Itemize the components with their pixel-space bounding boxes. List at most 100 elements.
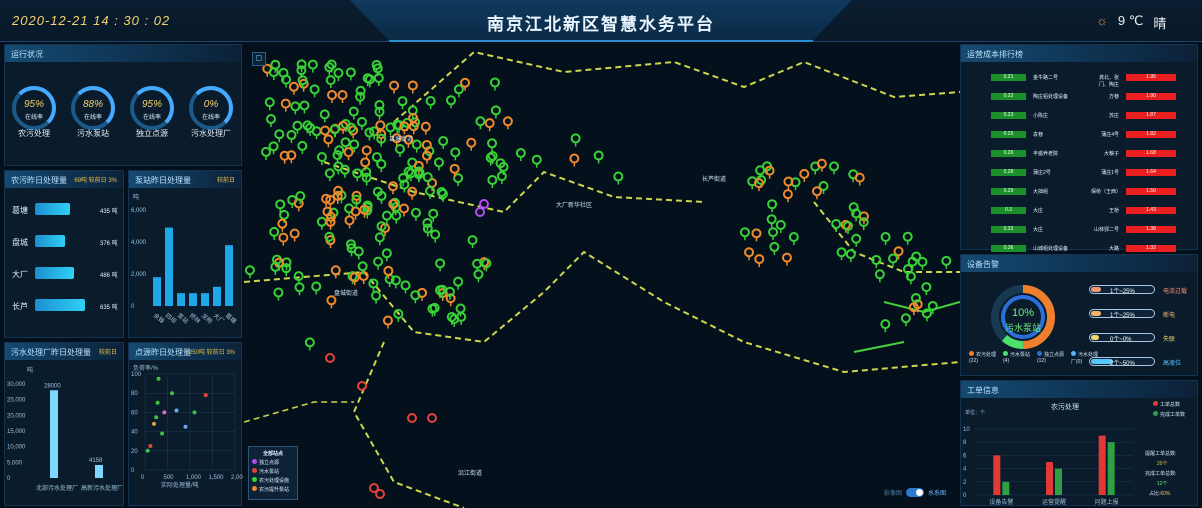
page-title: 南京江北新区智慧水务平台 [487, 15, 715, 34]
rank-row[interactable]: 0.21 金牛路二号 龚北、张门、陶庄 1.95 [991, 74, 1191, 88]
legend-item-3[interactable]: 农污提升泵站 [252, 486, 294, 493]
agri-label-3: 长芦 [12, 302, 28, 311]
agri-bar-0[interactable] [35, 203, 70, 215]
agri-value-1: 376 吨 [100, 241, 118, 247]
alert-bar[interactable]: 0个~0% [1089, 333, 1155, 343]
donut-legend-item: 独立点源(12) [1037, 351, 1065, 364]
map-pin-red [375, 489, 385, 499]
map-pin [874, 269, 885, 280]
map-pin [279, 209, 290, 220]
map-pin [428, 208, 439, 219]
donut-legend-item: 农污处理(22) [969, 351, 997, 364]
map-pin [319, 109, 330, 120]
map-svg [244, 50, 960, 508]
point-scatter: 负荷率/%100 80 60 40 20 00 500 1,000 1,500 2,000 实际处理… [131, 364, 243, 489]
pump-bar [153, 277, 161, 306]
plant-ytick: 30,000 [7, 382, 26, 388]
map-pin [293, 271, 304, 282]
map-pin [854, 172, 865, 183]
map-pin [828, 161, 839, 172]
map-pin-red [427, 413, 437, 423]
plant-title: 污水处理厂昨日处理量 [11, 348, 91, 357]
rank-row[interactable]: 0.28 蒲庄2号 蒲庄1号 1.64 [991, 169, 1191, 180]
agri-bar-2[interactable] [35, 267, 74, 279]
legend-item-0[interactable]: 独立点源 [252, 459, 294, 466]
plant-extra: 较前日 [98, 350, 117, 356]
scatter-point [170, 391, 174, 396]
gauge-point[interactable]: 95% 在线率 [130, 86, 174, 130]
map-area[interactable]: ◻ 葛塘街道 大厂新华社区 长芦街道 盘城街道 沿江街道 影像图 水系图 [244, 42, 960, 508]
alarm-panel: 设备告警 10% 污水泵站 农污处理(22)污水泵站(4)独立点源(12)污水处… [960, 254, 1198, 376]
agri-bar-3[interactable] [35, 299, 85, 311]
map-pin [299, 100, 310, 111]
scatter-ytick: 0 [131, 468, 135, 474]
rank-row[interactable]: 0.3 大庄 王桥 1.43 [991, 207, 1191, 218]
map-pin [851, 233, 862, 244]
map-pin [473, 269, 484, 280]
map-pin [265, 114, 276, 125]
map-pin [449, 163, 460, 174]
work-ytick: 4 [963, 467, 967, 473]
agri-value-0: 435 吨 [100, 209, 118, 215]
map-pin [400, 280, 411, 291]
plant-ytick: 10,000 [7, 445, 26, 451]
legend-item-1[interactable]: 污水泵站 [252, 468, 294, 475]
map-pin [411, 139, 422, 150]
rank-row[interactable]: 0.29 大拙组 保桥（王西） 1.50 [991, 188, 1191, 199]
map-pin [381, 210, 392, 221]
work-ytick: 10 [963, 427, 970, 433]
map-toggle[interactable]: 影像图 水系图 [884, 488, 946, 497]
alert-bar[interactable]: 1个~25% [1089, 309, 1155, 319]
gauge-agri[interactable]: 95% 在线率 [12, 86, 56, 130]
map-pin [324, 168, 335, 179]
map-pin [769, 241, 780, 252]
scatter-point [155, 400, 160, 405]
map-pin [744, 247, 755, 258]
temperature: 9 ℃ [1117, 13, 1144, 28]
pump-bar [213, 286, 221, 306]
rank-row[interactable]: 0.32 大庄 山林郢二号 1.38 [991, 226, 1191, 237]
scatter-point [162, 410, 167, 415]
map-pin [373, 73, 384, 84]
gauge-label-point: 独立点源 [136, 129, 168, 138]
map-pin [422, 172, 433, 183]
scatter-ytick: 60 [131, 410, 138, 416]
map-pin [496, 171, 507, 182]
donut-legend: 农污处理(22)污水泵站(4)独立点源(12)污水处理厂(0) [969, 351, 1105, 369]
gauge-pump[interactable]: 88% 在线率 [71, 86, 115, 130]
donut-label: 污水泵站 [1004, 323, 1041, 333]
agri-extra: 69吨 较前日 3% [74, 178, 117, 184]
gauge-plant[interactable]: 0% 在线率 [189, 86, 233, 130]
alert-bar[interactable]: 1个~25% [1089, 285, 1155, 295]
map-pin [275, 199, 286, 210]
map-pin [407, 80, 418, 91]
map-pin [487, 175, 498, 186]
scatter-point [183, 424, 188, 429]
map-pin [389, 80, 400, 91]
agri-value-3: 635 吨 [100, 305, 118, 311]
work-panel: 工单信息 农污处理 单位：个 10 8 6 4 2 0 设备告警 运营提醒 问题上报 工单总数 … [960, 380, 1198, 506]
map-pin [484, 118, 495, 129]
map-pin [782, 189, 793, 200]
rank-row[interactable]: 0.26 丰盛养老院 大粮子 1.68 [991, 150, 1191, 161]
alert-bar[interactable]: 2个~50% [1089, 357, 1155, 367]
map-pin [320, 125, 331, 136]
legend-title: 全部站点 [262, 451, 283, 457]
rank-row[interactable]: 0.25 袁巷 蒲庄4号 1.82 [991, 131, 1191, 142]
map-pin [453, 276, 464, 287]
map-pin [343, 147, 354, 158]
work-bar [1055, 468, 1062, 495]
rank-row[interactable]: 0.23 小陈庄 苏庄 1.87 [991, 112, 1191, 123]
alarm-title: 设备告警 [961, 255, 1197, 272]
map-pin [277, 218, 288, 229]
map-tool-button[interactable]: ◻ [252, 52, 266, 66]
map-pin [360, 157, 371, 168]
map-pin [348, 106, 359, 117]
agri-bar-1[interactable] [35, 235, 65, 247]
map-pin [900, 313, 911, 324]
legend-item-2[interactable]: 农污处理设施 [252, 477, 294, 484]
plant-ytick: 5,000 [7, 460, 23, 466]
rank-row[interactable]: 0.22 陶庄铝处理设备 方巷 1.90 [991, 93, 1191, 104]
map-pin [775, 219, 786, 230]
map-pin [316, 216, 327, 227]
